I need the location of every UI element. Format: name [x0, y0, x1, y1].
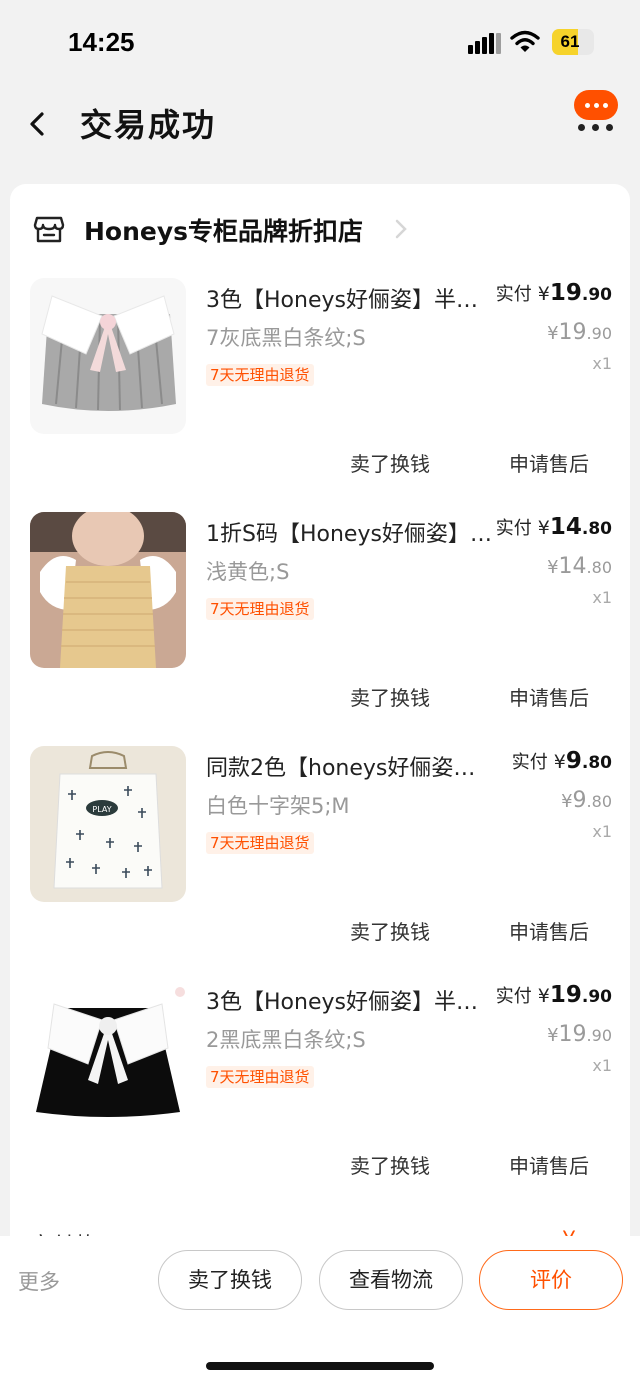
paid-label: 实付 [495, 986, 532, 1007]
orig-currency: ¥ [547, 323, 559, 344]
order-item[interactable]: 3色【Honeys好俪姿】半身裙 7灰底黑白条纹;S 7天无理由退货 实付 ¥19… [10, 278, 630, 512]
return-policy-tag: 7天无理由退货 [206, 1066, 314, 1088]
message-icon [574, 90, 618, 120]
orig-currency: ¥ [547, 557, 559, 578]
product-title[interactable]: 同款2色【honeys好俪姿】上衣 [206, 750, 492, 782]
quantity: x1 [592, 354, 612, 373]
status-bar: 14:25 61 [0, 0, 640, 84]
orig-amount-int: 19 [558, 320, 587, 345]
svg-text:PLAY: PLAY [92, 805, 111, 814]
original-price: ¥19.90 [547, 1022, 612, 1047]
paid-amount-int: 14 [549, 514, 582, 540]
sell-for-cash-button[interactable]: 卖了换钱 [330, 680, 450, 716]
product-variant: 2黑底黑白条纹;S [206, 1028, 366, 1052]
order-item[interactable]: 1折S码【Honeys好俪姿】上衣 浅黄色;S 7天无理由退货 实付 ¥14.80… [10, 512, 630, 746]
paid-label: 实付 [495, 284, 532, 305]
paid-label: 实付 [495, 518, 532, 539]
orig-amount-dec: .90 [586, 1026, 612, 1045]
signal-icon [468, 32, 502, 54]
product-image[interactable]: PLAY [30, 746, 186, 902]
return-policy-tag: 7天无理由退货 [206, 364, 314, 386]
sell-for-cash-button[interactable]: 卖了换钱 [158, 1250, 302, 1310]
orig-amount-dec: .90 [586, 324, 612, 343]
orig-amount-dec: .80 [586, 792, 612, 811]
bottom-action-bar: 更多 卖了换钱 查看物流 评价 [0, 1236, 640, 1385]
after-sale-button[interactable]: 申请售后 [484, 914, 614, 950]
orig-amount-int: 9 [572, 788, 587, 813]
after-sale-button[interactable]: 申请售后 [484, 446, 614, 482]
product-title[interactable]: 3色【Honeys好俪姿】半身裙 [206, 282, 492, 314]
quantity: x1 [592, 1056, 612, 1075]
product-variant: 白色十字架5;M [206, 794, 350, 818]
orig-amount-int: 19 [558, 1022, 587, 1047]
home-indicator [206, 1362, 434, 1370]
paid-price: 实付 ¥19.90 [496, 982, 612, 1008]
paid-price: 实付 ¥9.80 [512, 748, 612, 774]
paid-price: 实付 ¥19.90 [496, 280, 612, 306]
paid-label: 实付 [511, 752, 548, 773]
after-sale-button[interactable]: 申请售后 [484, 680, 614, 716]
order-card: Honeys专柜品牌折扣店 3色【Honeys好俪姿】半身裙 7灰底黑白条纹;S… [10, 184, 630, 1264]
product-title[interactable]: 3色【Honeys好俪姿】半身裙 [206, 984, 492, 1016]
message-button[interactable] [570, 88, 620, 134]
product-image[interactable] [30, 278, 186, 434]
original-price: ¥9.80 [561, 788, 612, 813]
product-title[interactable]: 1折S码【Honeys好俪姿】上衣 [206, 516, 492, 548]
more-button[interactable]: 更多 [18, 1266, 60, 1296]
chevron-left-icon[interactable] [22, 106, 54, 142]
product-image[interactable] [30, 512, 186, 668]
orig-currency: ¥ [547, 1025, 559, 1046]
battery-icon: 61 [552, 29, 594, 55]
quantity: x1 [592, 588, 612, 607]
order-item[interactable]: 3色【Honeys好俪姿】半身裙 2黑底黑白条纹;S 7天无理由退货 实付 ¥19… [10, 980, 630, 1214]
paid-price: 实付 ¥14.80 [496, 514, 612, 540]
product-variant: 7灰底黑白条纹;S [206, 326, 366, 350]
paid-currency: ¥ [537, 517, 550, 539]
shop-icon [33, 216, 65, 243]
view-logistics-button[interactable]: 查看物流 [319, 1250, 463, 1310]
paid-currency: ¥ [553, 751, 566, 773]
review-button[interactable]: 评价 [479, 1250, 623, 1310]
paid-currency: ¥ [537, 283, 550, 305]
chevron-right-icon[interactable] [394, 218, 408, 240]
sell-for-cash-button[interactable]: 卖了换钱 [330, 1148, 450, 1184]
paid-amount-dec: .80 [581, 753, 612, 773]
order-item[interactable]: PLAY 同款2色【honeys好俪姿】上衣 白色十字架5;M 7天无理由退货 … [10, 746, 630, 980]
quantity: x1 [592, 822, 612, 841]
orig-currency: ¥ [561, 791, 573, 812]
orig-amount-dec: .80 [586, 558, 612, 577]
more-dots-icon [576, 124, 616, 132]
status-time: 14:25 [68, 27, 135, 57]
return-policy-tag: 7天无理由退货 [206, 832, 314, 854]
after-sale-button[interactable]: 申请售后 [484, 1148, 614, 1184]
paid-amount-int: 19 [549, 280, 582, 306]
shop-header[interactable]: Honeys专柜品牌折扣店 [10, 184, 630, 274]
paid-amount-int: 9 [565, 748, 582, 774]
original-price: ¥14.80 [547, 554, 612, 579]
shop-name[interactable]: Honeys专柜品牌折扣店 [84, 212, 363, 248]
sell-for-cash-button[interactable]: 卖了换钱 [330, 914, 450, 950]
return-policy-tag: 7天无理由退货 [206, 598, 314, 620]
paid-currency: ¥ [537, 985, 550, 1007]
product-variant: 浅黄色;S [206, 560, 290, 584]
page-title: 交易成功 [80, 106, 217, 144]
sell-for-cash-button[interactable]: 卖了换钱 [330, 446, 450, 482]
paid-amount-dec: .90 [581, 987, 612, 1007]
product-image[interactable] [30, 980, 186, 1136]
paid-amount-dec: .90 [581, 285, 612, 305]
paid-amount-dec: .80 [581, 519, 612, 539]
original-price: ¥19.90 [547, 320, 612, 345]
wifi-icon [510, 30, 540, 52]
paid-amount-int: 19 [549, 982, 582, 1008]
orig-amount-int: 14 [558, 554, 587, 579]
battery-level: 61 [560, 32, 580, 51]
nav-bar: 交易成功 [0, 84, 640, 164]
